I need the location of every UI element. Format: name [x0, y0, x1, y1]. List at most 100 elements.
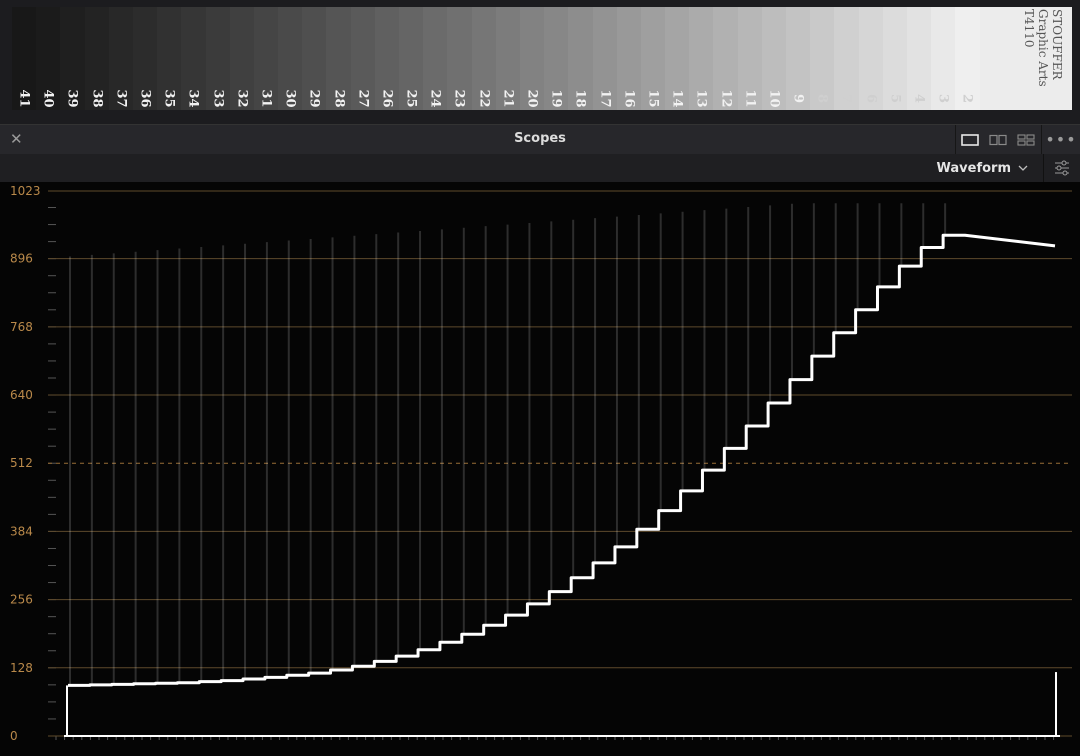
wedge-patch: 15: [640, 7, 666, 110]
wedge-step-number: 22: [476, 89, 492, 108]
wedge-step-number: 30: [282, 89, 298, 108]
wedge-patch: 40: [36, 7, 61, 110]
wedge-step-number: 33: [210, 89, 226, 108]
more-options-icon[interactable]: •••: [1041, 125, 1080, 154]
wedge-patch: 22: [471, 7, 496, 110]
y-axis-label: 384: [10, 524, 33, 538]
wedge-patch: 41: [12, 7, 37, 110]
wedge-patch: 31: [253, 7, 279, 110]
wedge-step-number: 9: [790, 93, 806, 104]
wedge-step-number: 21: [500, 89, 516, 108]
wedge-patch: 9: [786, 7, 811, 110]
wedge-step-number: 8: [814, 93, 830, 104]
wedge-patch: 23: [447, 7, 472, 110]
wedge-patch: 32: [229, 7, 254, 110]
wedge-patch: 7: [834, 7, 859, 110]
wedge-step-number: 40: [40, 89, 56, 108]
y-axis-label: 0: [10, 729, 18, 743]
wedge-step-number: 5: [887, 93, 903, 104]
wedge-patch: 20: [519, 7, 545, 110]
dual-layout-icon[interactable]: [984, 125, 1012, 154]
wedge-patch: 34: [181, 7, 206, 110]
wedge-step-number: 17: [597, 89, 613, 108]
wedge-step-number: 14: [669, 89, 685, 108]
wedge-patch: 4: [906, 7, 932, 110]
wedge-step-number: 25: [403, 89, 419, 108]
y-axis-label: 512: [10, 456, 33, 470]
wedge-patch: 36: [132, 7, 158, 110]
single-layout-icon[interactable]: [956, 125, 984, 154]
wedge-step-number: 27: [355, 89, 371, 108]
wedge-step-number: 4: [911, 93, 927, 104]
wedge-step-number: 23: [451, 89, 467, 108]
wedge-step-number: 29: [306, 89, 322, 108]
wedge-brand-strip: STOUFFER Graphic Arts T4110: [979, 7, 1072, 110]
wedge-patch: 5: [882, 7, 907, 110]
wedge-step-number: 18: [572, 89, 588, 108]
wedge-patch: 27: [350, 7, 375, 110]
wedge-patch: 19: [544, 7, 569, 110]
wedge-patch: 35: [157, 7, 182, 110]
y-axis-label: 1023: [10, 184, 41, 198]
wedge-step-number: 11: [742, 89, 758, 108]
scopes-header: ✕ Scopes •••: [0, 124, 1080, 155]
wedge-step-number: 7: [838, 93, 854, 104]
wedge-patch: 24: [423, 7, 448, 110]
wedge-patch: 2: [955, 7, 980, 110]
wedge-step-number: 19: [548, 89, 564, 108]
waveform-plot: 1023 896 768 640 512 384 256 128 0: [10, 184, 1072, 743]
wedge-step-number: 3: [935, 93, 951, 104]
wedge-step-number: 34: [185, 89, 201, 108]
wedge-step-number: 20: [524, 89, 540, 108]
wedge-patch: 38: [84, 7, 109, 110]
wedge-patch: 16: [616, 7, 641, 110]
wedge-patch: 6: [858, 7, 883, 110]
wedge-step-number: 15: [645, 89, 661, 108]
wedge-step-number: 10: [766, 89, 782, 108]
wedge-patch: 11: [737, 7, 762, 110]
layout-buttons: [955, 125, 1040, 154]
wedge-patch: 3: [931, 7, 956, 110]
wedge-patch: 39: [60, 7, 85, 110]
wedge-patch: 12: [713, 7, 738, 110]
wedge-brand-text: STOUFFER Graphic Arts T4110: [1022, 7, 1064, 110]
wedge-patch: 21: [495, 7, 520, 110]
wedge-brand-line: Graphic Arts: [1036, 9, 1050, 87]
wedge-step-number: 35: [161, 89, 177, 108]
wedge-patch: 14: [665, 7, 690, 110]
wedge-step-number: 12: [718, 89, 734, 108]
scopes-toolbar: Waveform: [0, 154, 1080, 182]
panel-title: Scopes: [514, 131, 566, 146]
wedge-patch: 8: [810, 7, 835, 110]
chevron-down-icon: [1018, 165, 1028, 171]
wedge-step-number: 38: [89, 89, 105, 108]
scope-type-label: Waveform: [936, 160, 1011, 176]
wedge-patch: 37: [108, 7, 133, 110]
wedge-step-number: 32: [234, 89, 250, 108]
wedge-step-number: 16: [621, 89, 637, 108]
y-axis-label: 896: [10, 252, 33, 266]
wedge-step-number: 13: [693, 89, 709, 108]
waveform-trace: [68, 233, 1056, 687]
settings-sliders-icon[interactable]: [1043, 154, 1080, 182]
wedge-brand-line: STOUFFER: [1050, 9, 1064, 80]
quad-layout-icon[interactable]: [1012, 125, 1040, 154]
wedge-patch: 26: [374, 7, 399, 110]
wedge-patch: 13: [689, 7, 714, 110]
y-axis-label: 256: [10, 593, 33, 607]
wedge-patch: 25: [399, 7, 424, 110]
wedge-patch: 33: [205, 7, 230, 110]
y-axis-label: 128: [10, 661, 33, 675]
wedge-patch: 30: [278, 7, 303, 110]
wedge-patch: 18: [568, 7, 593, 110]
scope-type-dropdown[interactable]: Waveform: [929, 154, 1036, 182]
wedge-patch: 17: [592, 7, 617, 110]
y-axis-label: 640: [10, 388, 33, 402]
wedge-step-number: 36: [137, 89, 153, 108]
wedge-brand-line: T4110: [1022, 9, 1036, 48]
step-wedge-image: 41 40 39 38 37 36 35 34 33 32 31 30 29 28 27 26 25 24 23 22…: [12, 7, 1072, 110]
wedge-patch: 29: [302, 7, 327, 110]
y-axis-label: 768: [10, 320, 33, 334]
wedge-step-number: 31: [258, 89, 274, 108]
wedge-step-number: 24: [427, 89, 443, 108]
